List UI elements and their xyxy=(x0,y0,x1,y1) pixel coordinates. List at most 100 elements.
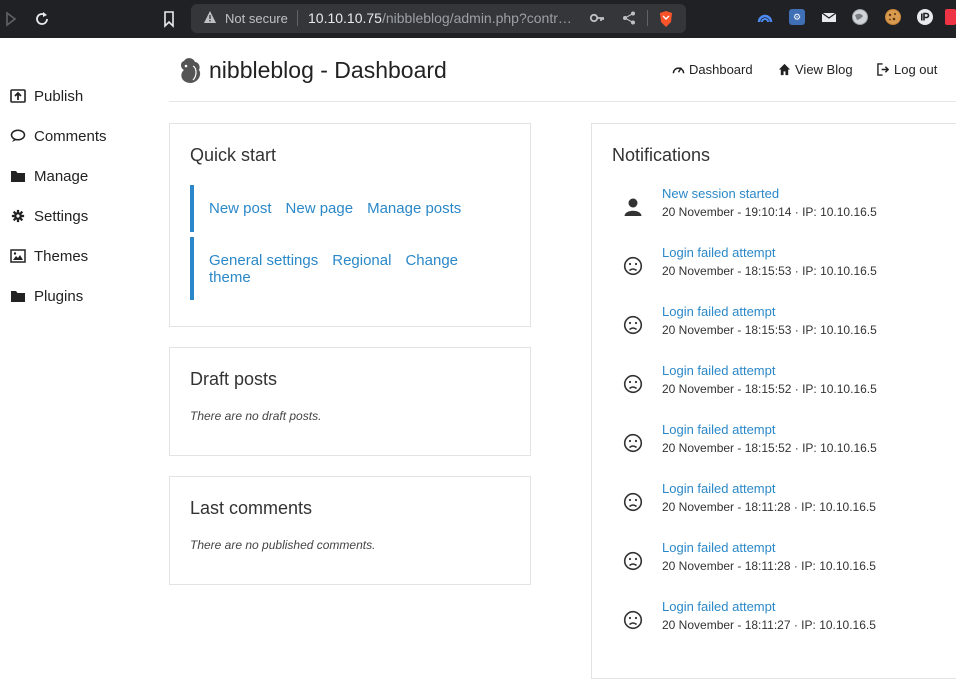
quick-start-title: Quick start xyxy=(190,145,277,165)
url-host: 10.10.10.75 xyxy=(308,10,382,26)
frown-icon xyxy=(622,550,644,572)
squirrel-logo-icon xyxy=(177,56,203,84)
notifications-title: Notifications xyxy=(612,145,711,165)
draft-posts-panel: Draft posts There are no draft posts. xyxy=(169,347,531,456)
sidebar-item-label: Comments xyxy=(34,127,107,145)
notification-meta: 20 November - 18:15:52 · IP: 10.10.16.5 xyxy=(662,382,877,396)
warning-icon[interactable] xyxy=(203,10,217,24)
sidebar-item-label: Manage xyxy=(34,167,89,185)
browser-toolbar: Not secure 10.10.10.75/nibbleblog/admin.… xyxy=(0,0,956,38)
url-text[interactable]: 10.10.10.75/nibbleblog/admin.php?contr… xyxy=(308,10,572,26)
notification-item: Login failed attempt 20 November - 18:15… xyxy=(612,245,942,285)
frown-icon xyxy=(622,432,644,454)
quick-start-panel: Quick start New post New page Manage posts… xyxy=(169,123,531,327)
notification-meta: 20 November - 18:15:52 · IP: 10.10.16.5 xyxy=(662,441,877,455)
key-icon[interactable] xyxy=(589,10,605,26)
sidebar-item-label: Themes xyxy=(34,247,89,265)
new-post-link[interactable]: New post xyxy=(209,200,272,217)
forward-icon[interactable] xyxy=(0,8,22,30)
frown-icon xyxy=(622,373,644,395)
ip-extension-icon[interactable] xyxy=(917,9,933,25)
sidebar-item-themes[interactable]: Themes xyxy=(10,244,88,268)
home-icon xyxy=(778,63,791,76)
manage-posts-link[interactable]: Manage posts xyxy=(367,200,461,217)
frown-icon xyxy=(622,255,644,277)
extension-icon-2[interactable]: ⚙ xyxy=(789,9,805,25)
url-path: /nibbleblog/admin.php?contr… xyxy=(381,10,572,26)
sidebar-item-label: Plugins xyxy=(34,287,84,305)
notification-item: Login failed attempt 20 November - 18:11… xyxy=(612,481,942,521)
last-comments-title: Last comments xyxy=(190,498,313,518)
share-icon[interactable] xyxy=(621,10,637,26)
extension-icon-7[interactable] xyxy=(945,9,956,25)
address-bar[interactable]: Not secure 10.10.10.75/nibbleblog/admin.… xyxy=(191,4,686,33)
sidebar-item-settings[interactable]: Settings xyxy=(10,204,88,228)
notification-title[interactable]: New session started xyxy=(662,186,779,201)
reload-icon[interactable] xyxy=(31,8,53,30)
dashboard-icon xyxy=(672,63,685,76)
notification-title[interactable]: Login failed attempt xyxy=(662,422,775,437)
mail-extension-icon[interactable] xyxy=(821,9,837,25)
publish-icon xyxy=(10,89,26,103)
draft-posts-empty: There are no draft posts. xyxy=(190,409,322,423)
notification-item: New session started 20 November - 19:10:… xyxy=(612,186,942,226)
sidebar-item-plugins[interactable]: Plugins xyxy=(10,284,83,308)
url-divider xyxy=(297,10,298,26)
folder-icon xyxy=(10,289,26,303)
folder-icon xyxy=(10,169,26,183)
new-page-link[interactable]: New page xyxy=(286,200,354,217)
header-link-logout[interactable]: Log out xyxy=(877,62,937,77)
notification-title[interactable]: Login failed attempt xyxy=(662,363,775,378)
notification-title[interactable]: Login failed attempt xyxy=(662,245,775,260)
notification-item: Login failed attempt 20 November - 18:15… xyxy=(612,363,942,403)
sidebar-item-label: Settings xyxy=(34,207,89,225)
page-title: nibbleblog - Dashboard xyxy=(209,57,447,83)
quick-start-group-posts: New post New page Manage posts xyxy=(190,185,490,232)
last-comments-panel: Last comments There are no published com… xyxy=(169,476,531,585)
notification-meta: 20 November - 18:11:28 · IP: 10.10.16.5 xyxy=(662,559,876,573)
sidebar-item-publish[interactable]: Publish xyxy=(10,84,83,108)
notification-meta: 20 November - 18:11:28 · IP: 10.10.16.5 xyxy=(662,500,876,514)
regional-link[interactable]: Regional xyxy=(332,252,391,269)
notification-item: Login failed attempt 20 November - 18:11… xyxy=(612,540,942,580)
frown-icon xyxy=(622,609,644,631)
notification-meta: 20 November - 18:11:27 · IP: 10.10.16.5 xyxy=(662,618,876,632)
image-icon xyxy=(10,249,26,263)
notification-item: Login failed attempt 20 November - 18:15… xyxy=(612,422,942,462)
logout-icon xyxy=(877,63,890,76)
last-comments-empty: There are no published comments. xyxy=(190,538,376,552)
cookie-extension-icon[interactable] xyxy=(885,9,901,25)
notification-title[interactable]: Login failed attempt xyxy=(662,540,775,555)
url-divider-2 xyxy=(647,10,648,26)
notification-title[interactable]: Login failed attempt xyxy=(662,304,775,319)
header-link-label: Dashboard xyxy=(689,62,753,77)
notification-meta: 20 November - 19:10:14 · IP: 10.10.16.5 xyxy=(662,205,877,219)
sidebar-item-manage[interactable]: Manage xyxy=(10,164,88,188)
quick-start-group-settings: General settings Regional Change theme xyxy=(190,237,490,300)
notifications-panel: Notifications New session started 20 Nov… xyxy=(591,123,956,679)
notification-title[interactable]: Login failed attempt xyxy=(662,481,775,496)
dashboard-header: nibbleblog - Dashboard Dashboard View Bl… xyxy=(169,38,956,102)
frown-icon xyxy=(622,314,644,336)
sidebar-item-label: Publish xyxy=(34,87,84,105)
vpn-extension-icon[interactable] xyxy=(757,9,773,25)
header-link-label: Log out xyxy=(894,62,938,77)
notification-meta: 20 November - 18:15:53 · IP: 10.10.16.5 xyxy=(662,323,877,337)
gear-icon xyxy=(10,209,26,223)
notification-item: Login failed attempt 20 November - 18:11… xyxy=(612,599,942,639)
notification-item: Login failed attempt 20 November - 18:15… xyxy=(612,304,942,344)
draft-posts-title: Draft posts xyxy=(190,369,278,389)
globe-extension-icon[interactable] xyxy=(852,9,868,25)
header-link-view-blog[interactable]: View Blog xyxy=(778,62,853,77)
brave-shield-icon[interactable] xyxy=(658,10,674,27)
user-icon xyxy=(622,196,644,218)
general-settings-link[interactable]: General settings xyxy=(209,252,318,269)
header-link-dashboard[interactable]: Dashboard xyxy=(672,62,753,77)
frown-icon xyxy=(622,491,644,513)
comment-icon xyxy=(10,129,26,143)
notification-title[interactable]: Login failed attempt xyxy=(662,599,775,614)
bookmark-icon[interactable] xyxy=(158,8,180,30)
sidebar-item-comments[interactable]: Comments xyxy=(10,124,107,148)
notification-meta: 20 November - 18:15:53 · IP: 10.10.16.5 xyxy=(662,264,877,278)
security-label[interactable]: Not secure xyxy=(225,11,288,26)
